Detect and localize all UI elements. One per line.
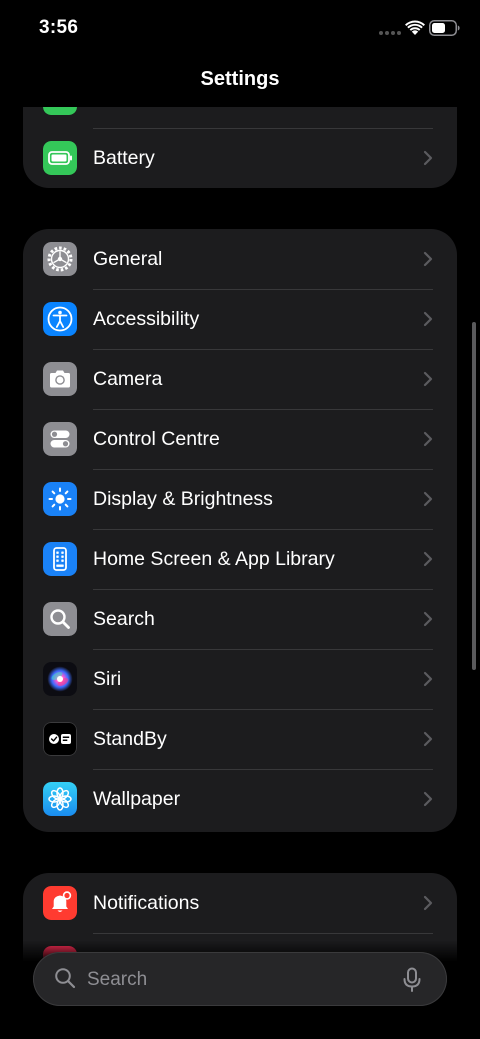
- battery-icon: [43, 141, 77, 175]
- cellular-signal-icon: [379, 31, 401, 35]
- row-label: StandBy: [93, 728, 167, 750]
- settings-row-display-brightness[interactable]: Display & Brightness: [23, 469, 457, 529]
- chevron-right-icon: [423, 551, 433, 567]
- accessibility-person-icon: [43, 302, 77, 336]
- settings-list[interactable]: Battery General Accessibility Camera Con…: [0, 107, 480, 1039]
- magnifier-icon: [43, 602, 77, 636]
- row-separator: [93, 649, 433, 650]
- settings-row-partial[interactable]: [23, 107, 457, 128]
- chevron-right-icon: [423, 611, 433, 627]
- microphone-icon[interactable]: [402, 967, 422, 993]
- row-separator: [93, 933, 433, 934]
- settings-group-main: General Accessibility Camera Control Cen…: [23, 229, 457, 832]
- search-input[interactable]: Search: [87, 969, 147, 991]
- row-separator: [93, 529, 433, 530]
- row-label: General: [93, 248, 163, 270]
- scroll-indicator[interactable]: [472, 322, 476, 670]
- row-separator: [93, 769, 433, 770]
- chevron-right-icon: [423, 895, 433, 911]
- row-label: Camera: [93, 368, 163, 390]
- battery-status-icon: [429, 20, 460, 36]
- camera-icon: [43, 362, 77, 396]
- chevron-right-icon: [423, 251, 433, 267]
- siri-orb-icon: [43, 662, 77, 696]
- row-separator: [93, 709, 433, 710]
- green-icon: [43, 107, 77, 115]
- wifi-icon: [405, 20, 425, 35]
- row-label: Wallpaper: [93, 788, 181, 810]
- row-separator: [93, 409, 433, 410]
- settings-row-camera[interactable]: Camera: [23, 349, 457, 409]
- row-separator: [93, 349, 433, 350]
- row-label: Battery: [93, 147, 155, 169]
- chevron-right-icon: [423, 731, 433, 747]
- row-label: Accessibility: [93, 308, 200, 330]
- settings-row-wallpaper[interactable]: Wallpaper: [23, 769, 457, 829]
- settings-row-general[interactable]: General: [23, 229, 457, 289]
- chevron-right-icon: [423, 791, 433, 807]
- settings-row-control-centre[interactable]: Control Centre: [23, 409, 457, 469]
- row-label: Home Screen & App Library: [93, 548, 335, 570]
- sun-icon: [43, 482, 77, 516]
- search-bar[interactable]: Search: [33, 952, 447, 1006]
- status-time: 3:56: [39, 17, 79, 38]
- settings-row-standby[interactable]: StandBy: [23, 709, 457, 769]
- row-separator: [93, 289, 433, 290]
- phone-screen-icon: [43, 542, 77, 576]
- gear-icon: [43, 242, 77, 276]
- settings-row-battery[interactable]: Battery: [23, 128, 457, 188]
- settings-row-notifications[interactable]: Notifications: [23, 873, 457, 933]
- chevron-right-icon: [423, 671, 433, 687]
- settings-row-siri[interactable]: Siri: [23, 649, 457, 709]
- row-separator: [93, 128, 433, 129]
- chevron-right-icon: [423, 371, 433, 387]
- row-label: Notifications: [93, 892, 200, 914]
- settings-row-accessibility[interactable]: Accessibility: [23, 289, 457, 349]
- row-label: Control Centre: [93, 428, 220, 450]
- search-icon: [55, 968, 76, 989]
- settings-group-power: Battery: [23, 107, 457, 188]
- chevron-right-icon: [423, 150, 433, 166]
- settings-row-search[interactable]: Search: [23, 589, 457, 649]
- chevron-right-icon: [423, 311, 433, 327]
- bell-icon: [43, 886, 77, 920]
- standby-icon: [43, 722, 77, 756]
- flower-icon: [43, 782, 77, 816]
- status-bar: 3:56: [0, 0, 480, 56]
- row-label: Search: [93, 608, 155, 630]
- toggles-icon: [43, 422, 77, 456]
- row-label: Display & Brightness: [93, 488, 273, 510]
- row-separator: [93, 589, 433, 590]
- settings-row-home-screen[interactable]: Home Screen & App Library: [23, 529, 457, 589]
- page-title: Settings: [200, 68, 280, 90]
- row-separator: [93, 469, 433, 470]
- chevron-right-icon: [423, 431, 433, 447]
- row-label: Siri: [93, 668, 122, 690]
- chevron-right-icon: [423, 491, 433, 507]
